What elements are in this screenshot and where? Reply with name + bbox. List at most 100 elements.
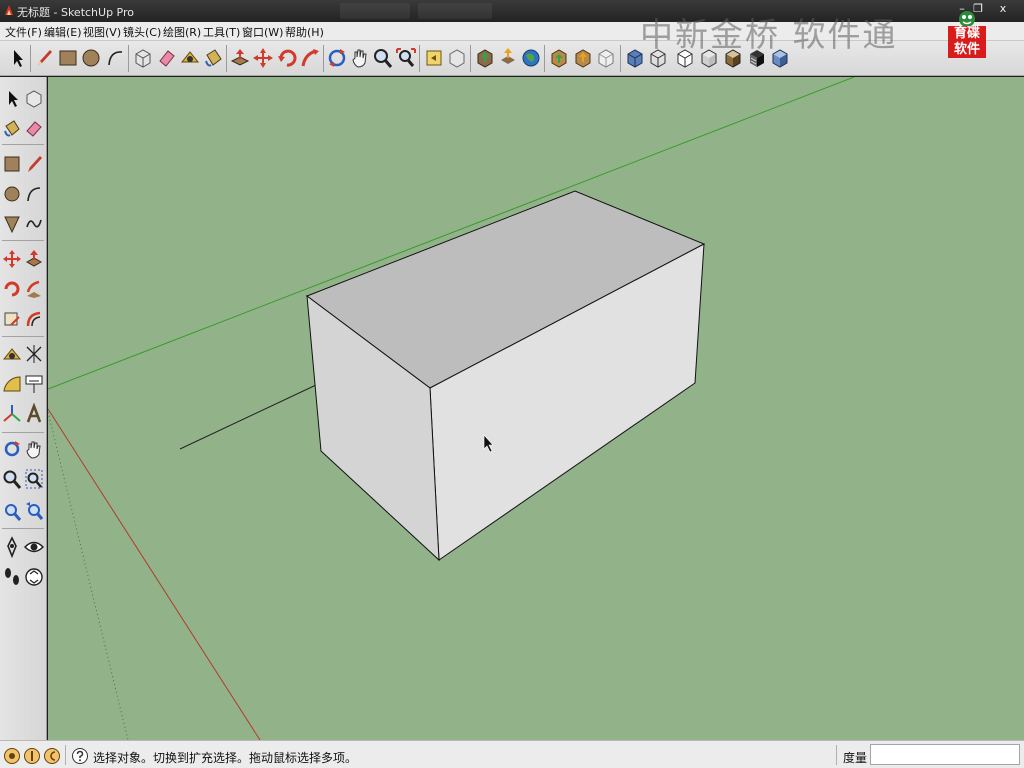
- drawing-area[interactable]: [48, 77, 1024, 740]
- left-line-tool[interactable]: [24, 153, 44, 175]
- left-offset-tool[interactable]: [24, 308, 44, 330]
- left-text-tool[interactable]: [24, 373, 44, 395]
- paint-bucket-tool-button[interactable]: [202, 46, 224, 70]
- left-polygon-tool[interactable]: [2, 213, 22, 235]
- tape-icon: [180, 51, 200, 63]
- select-tool-button[interactable]: [6, 46, 28, 70]
- share-components-button[interactable]: [572, 46, 594, 70]
- move-icon: [3, 250, 21, 268]
- left-pan-tool[interactable]: [24, 438, 44, 460]
- credits-icon[interactable]: [23, 747, 41, 765]
- push-pull-tool-button[interactable]: [229, 46, 251, 70]
- orbit-icon: [4, 441, 20, 457]
- status-bar: 选择对象。切换到扩充选择。拖动鼠标选择多项。 度量: [0, 740, 1024, 768]
- menu-help[interactable]: 帮助(H): [285, 24, 324, 40]
- menu-draw[interactable]: 绘图(R): [163, 24, 201, 40]
- left-protractor-tool[interactable]: [2, 373, 22, 395]
- user-icon[interactable]: [43, 747, 61, 765]
- sketchup-app-icon: [3, 4, 15, 17]
- extension-warehouse-button[interactable]: [595, 46, 617, 70]
- zoom-extents-tool-button[interactable]: [395, 46, 417, 70]
- left-look-around-tool[interactable]: [24, 536, 44, 558]
- menu-window[interactable]: 窗口(W): [242, 24, 283, 40]
- left-component-tool[interactable]: [24, 87, 44, 109]
- previous-view-button[interactable]: [423, 46, 445, 70]
- left-orbit-tool[interactable]: [2, 438, 22, 460]
- pan-tool-button[interactable]: [349, 46, 371, 70]
- bucket-icon: [205, 49, 222, 67]
- circle-icon: [82, 49, 100, 67]
- left-arc-tool[interactable]: [24, 183, 44, 205]
- status-hint-text: 选择对象。切换到扩充选择。拖动鼠标选择多项。: [93, 751, 358, 765]
- left-freehand-tool[interactable]: [24, 213, 44, 235]
- get-components-button[interactable]: [548, 46, 570, 70]
- left-zoom-window-tool[interactable]: [24, 468, 44, 490]
- left-toolbar-separator: [2, 240, 44, 241]
- get-models-button[interactable]: [474, 46, 496, 70]
- georeference-icon[interactable]: [3, 747, 21, 765]
- tape-measure-tool-button[interactable]: [179, 46, 201, 70]
- left-zoom-tool[interactable]: [2, 468, 22, 490]
- left-paint-bucket-tool[interactable]: [2, 117, 22, 139]
- toolbar-separator: [30, 45, 31, 72]
- eye-icon: [24, 541, 44, 553]
- rectangle-tool-button[interactable]: [57, 46, 79, 70]
- arrow-icon: [14, 50, 23, 67]
- left-move-tool[interactable]: [2, 248, 22, 270]
- move-tool-button[interactable]: [252, 46, 274, 70]
- get-components-icon: [551, 49, 567, 68]
- left-toolbar-separator: [2, 528, 44, 529]
- rotate-tool-button[interactable]: [276, 46, 298, 70]
- left-eraser-tool[interactable]: [24, 117, 44, 139]
- left-previous-view-tool[interactable]: [24, 500, 44, 522]
- menu-view[interactable]: 视图(V): [83, 24, 121, 40]
- follow-me-tool-button[interactable]: [299, 46, 321, 70]
- left-rectangle-tool[interactable]: [2, 153, 22, 175]
- left-section-plane-tool[interactable]: [24, 566, 44, 588]
- hand-icon: [352, 49, 367, 68]
- menu-camera[interactable]: 镜头(C): [123, 24, 161, 40]
- eraser-tool-button[interactable]: [156, 46, 178, 70]
- orbit-tool-button[interactable]: [326, 46, 348, 70]
- axes-icon: [3, 405, 21, 422]
- protractor-icon: [3, 376, 21, 392]
- left-scale-tool[interactable]: [2, 308, 22, 330]
- status-divider: [836, 745, 837, 765]
- circle-tool-button[interactable]: [80, 46, 102, 70]
- left-circle-tool[interactable]: [2, 183, 22, 205]
- left-zoom-extents-tool[interactable]: [2, 500, 22, 522]
- toolbar-separator: [128, 45, 129, 72]
- instructor-help-icon[interactable]: [71, 747, 89, 765]
- measurements-label: 度量: [843, 751, 868, 765]
- measurements-input[interactable]: [870, 744, 1020, 765]
- left-walk-tool[interactable]: [2, 566, 22, 588]
- share-icon: [501, 48, 515, 64]
- menu-edit[interactable]: 编辑(E): [44, 24, 82, 40]
- toolbar-separator: [544, 45, 545, 72]
- close-button[interactable]: x: [992, 2, 1014, 16]
- menu-tools[interactable]: 工具(T): [203, 24, 240, 40]
- left-tape-measure-tool[interactable]: [2, 343, 22, 365]
- title-ghost-2: [418, 3, 492, 19]
- next-view-button[interactable]: [446, 46, 468, 70]
- left-axes-tool[interactable]: [2, 403, 22, 425]
- left-rotate-tool[interactable]: [2, 278, 22, 300]
- followme-icon: [301, 49, 319, 67]
- left-3d-text-tool[interactable]: [24, 403, 44, 425]
- left-position-camera-tool[interactable]: [2, 536, 22, 558]
- left-select-tool[interactable]: [2, 87, 22, 109]
- previous-view-icon: [26, 502, 44, 520]
- next-view-icon: [449, 49, 465, 68]
- pushpull-icon: [230, 49, 250, 66]
- arc-tool-button[interactable]: [104, 46, 126, 70]
- menu-file[interactable]: 文件(F): [5, 24, 42, 40]
- google-earth-button[interactable]: [520, 46, 542, 70]
- left-dimension-tool[interactable]: [24, 343, 44, 365]
- zoom-tool-button[interactable]: [372, 46, 394, 70]
- left-follow-me-tool[interactable]: [24, 278, 44, 300]
- make-component-tool-button[interactable]: [132, 46, 154, 70]
- share-model-button[interactable]: [497, 46, 519, 70]
- zoom-icon: [3, 470, 22, 489]
- left-push-pull-tool[interactable]: [24, 248, 44, 270]
- line-tool-button[interactable]: [33, 46, 55, 70]
